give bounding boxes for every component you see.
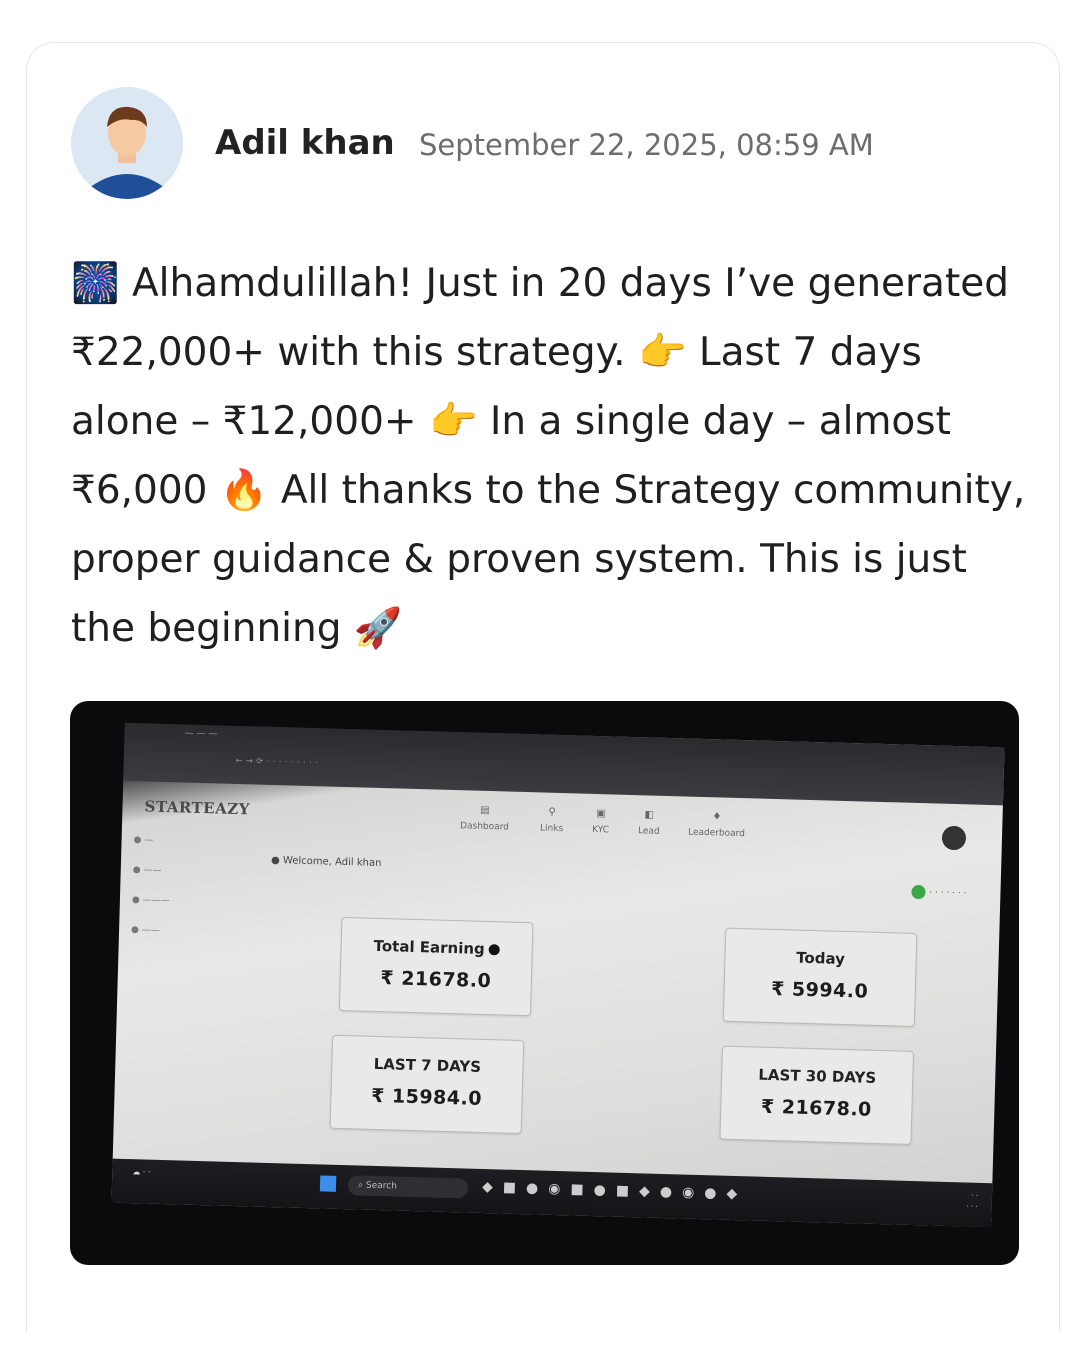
today-value: ₹ 5994.0 [770, 977, 869, 1003]
leaderboard-icon: ♦ [712, 811, 722, 823]
post-line-6: the beginning [71, 606, 354, 651]
post-line-2b: Last 7 days [686, 330, 922, 375]
fire-icon: 🔥 [219, 468, 269, 513]
nav-leaderboard: ♦ Leaderboard [687, 811, 746, 840]
address-bar: ← → ⟳ · · · · · · · · · [235, 755, 319, 768]
taskbar-clock: · · · · · [966, 1191, 979, 1211]
last-7-days-card: LAST 7 DAYS ₹ 15984.0 [329, 1034, 525, 1135]
last-7-days-label: LAST 7 DAYS [373, 1054, 482, 1076]
user-avatar-icon [71, 87, 183, 199]
profile-icon [941, 825, 967, 851]
point-right-icon: 👉 [637, 330, 687, 375]
browser-bar: — — — ← → ⟳ · · · · · · · · · [123, 722, 1005, 806]
rocket-icon: 🚀 [353, 606, 403, 651]
welcome-text: ● Welcome, Adil khan [270, 854, 382, 870]
browser-tab: — — — [184, 728, 218, 740]
kyc-icon: ▣ [596, 808, 606, 820]
lead-icon: ◧ [644, 809, 655, 821]
post-date: September 22, 2025, 08:59 AM [419, 128, 874, 162]
point-right-icon: 👉 [428, 399, 478, 444]
fireworks-icon: 🎆 [71, 261, 120, 306]
weather-widget: ☁ · · [132, 1167, 151, 1177]
sidebar-item: ● —— [130, 925, 160, 936]
post-body: 🎆 Alhamdulillah! Just in 20 days I’ve ge… [71, 249, 1031, 663]
brand-logo: STARTEAZY [144, 797, 251, 819]
post-line-2a: ₹22,000+ with this strategy. [71, 330, 638, 375]
total-earning-label: Total Earning [373, 936, 486, 958]
avatar[interactable] [71, 87, 183, 199]
total-earning-value: ₹ 21678.0 [380, 967, 492, 993]
total-earning-card: Total Earning ₹ 21678.0 [338, 916, 534, 1017]
post-card: Adil khan September 22, 2025, 08:59 AM 🎆… [26, 42, 1060, 1332]
today-label: Today [795, 948, 846, 969]
post-line-4b: All thanks to the Strategy community, [268, 468, 1026, 513]
nav-kyc: ▣ KYC [591, 808, 610, 836]
post-line-3b: In a single day – almost [477, 399, 951, 444]
last-30-days-value: ₹ 21678.0 [760, 1095, 873, 1121]
nav-links: ⚲ Links [539, 806, 564, 835]
laptop-screen: — — — ← → ⟳ · · · · · · · · · STARTEAZY … [111, 722, 1005, 1228]
taskbar-app-icons: ◆■●◉■●■◆●◉●◆ [481, 1178, 748, 1203]
post-photo[interactable]: — — — ← → ⟳ · · · · · · · · · STARTEAZY … [70, 701, 1019, 1265]
whatsapp-contact: · · · · · · · [911, 884, 967, 901]
info-icon [488, 944, 500, 956]
dashboard-icon: ▤ [480, 804, 490, 817]
whatsapp-icon [911, 884, 926, 900]
taskbar-search: ⌕ Search [347, 1175, 469, 1199]
sidebar-item: ● —— [132, 865, 162, 876]
sidebar-item: ● ——— [131, 895, 170, 907]
nav-lead: ◧ Lead [637, 809, 660, 837]
windows-start-icon [319, 1175, 337, 1192]
links-icon: ⚲ [548, 806, 556, 818]
sidebar: ● — ● —— ● ——— ● —— [130, 835, 171, 956]
post-line-5: proper guidance & proven system. This is… [71, 537, 967, 582]
post-line-1: Alhamdulillah! Just in 20 days I’ve gene… [119, 261, 1010, 306]
today-card: Today ₹ 5994.0 [722, 927, 918, 1027]
last-7-days-value: ₹ 15984.0 [370, 1084, 483, 1110]
post-line-4a: ₹6,000 [71, 468, 220, 513]
user-avatar-icon: ● [270, 854, 280, 867]
post-line-3a: alone – ₹12,000+ [71, 399, 429, 444]
last-30-days-card: LAST 30 DAYS ₹ 21678.0 [719, 1045, 915, 1145]
taskbar: ☁ · · ⌕ Search ◆■●◉■●■◆●◉●◆ · · · · · [111, 1158, 993, 1228]
sidebar-item: ● — [133, 835, 154, 846]
last-30-days-label: LAST 30 DAYS [758, 1065, 877, 1087]
nav-dashboard: ▤ Dashboard [459, 804, 510, 833]
author-name[interactable]: Adil khan [215, 123, 395, 163]
